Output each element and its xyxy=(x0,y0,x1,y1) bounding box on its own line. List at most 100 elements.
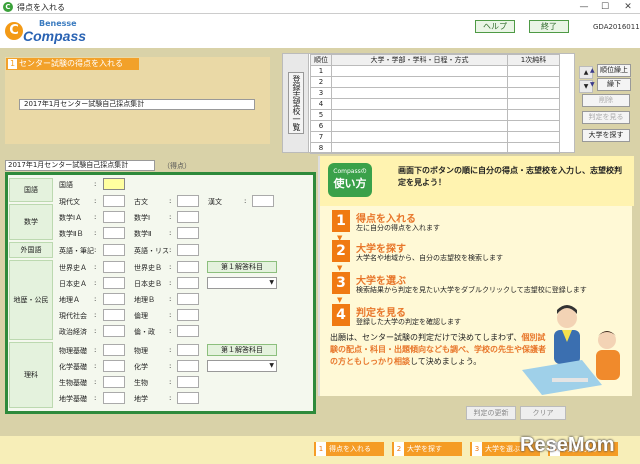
math1a-input[interactable] xyxy=(103,211,125,223)
subject-kokugo: 国語 xyxy=(59,181,73,189)
delete-button[interactable]: 削除 xyxy=(582,94,630,107)
score-form-panel: 国語 数学 外国語 地歴・公民 理科 国語 : 現代文 : 古文 : 漢文 : … xyxy=(5,172,316,414)
table-row[interactable]: 5 xyxy=(310,109,560,121)
first-answer-history-dropdown[interactable]: ▼ xyxy=(207,277,277,289)
note-text-b: して決めましょう。 xyxy=(410,357,482,366)
kanbun-input[interactable] xyxy=(252,195,274,207)
math2b-input[interactable] xyxy=(103,227,125,239)
registered-schools-button[interactable]: 登録志望校一覧 xyxy=(288,72,304,134)
subject-math1a: 数学ⅠＡ xyxy=(59,214,83,222)
rinri-seikei-input[interactable] xyxy=(177,325,199,337)
rank-up-button[interactable]: 順位繰上 xyxy=(597,64,631,77)
colon: : xyxy=(169,197,172,205)
table-row[interactable]: 7 xyxy=(310,131,560,143)
score-entry-title: 1 センター試験の得点を入れる xyxy=(6,58,139,70)
table-row[interactable]: 3 xyxy=(310,87,560,99)
rank-down-button[interactable]: 繰下 xyxy=(597,78,631,91)
minimize-button[interactable]: — xyxy=(576,1,592,13)
kagaku-kiso-input[interactable] xyxy=(103,360,125,372)
subject-gendai-shakai: 現代社会 xyxy=(59,312,87,320)
gendaibun-input[interactable] xyxy=(103,195,125,207)
eng-written-input[interactable] xyxy=(103,244,125,256)
chiri-b-input[interactable] xyxy=(177,293,199,305)
col-university: 大学・学部・学科・日程・方式 xyxy=(331,54,508,66)
nihonshi-b-input[interactable] xyxy=(177,277,199,289)
first-answer-subject-label-science: 第１解答科目 xyxy=(207,344,277,356)
colon: : xyxy=(169,246,172,254)
score-entry-title-text: センター試験の得点を入れる xyxy=(19,59,123,68)
table-row[interactable]: 4 xyxy=(310,98,560,110)
step-desc: 大学名や地域から、自分の志望校を検索します xyxy=(356,254,503,262)
colon: : xyxy=(94,180,97,188)
maximize-button[interactable]: ☐ xyxy=(597,1,613,13)
arrow-down-icon: ▼ xyxy=(337,264,343,272)
sekaishi-a-input[interactable] xyxy=(103,261,125,273)
colon: : xyxy=(94,279,97,287)
subject-math2: 数学Ⅱ xyxy=(134,230,152,238)
step-number: 4 xyxy=(332,304,350,326)
colon: : xyxy=(94,295,97,303)
rinri-input[interactable] xyxy=(177,309,199,321)
points-label: （得点） xyxy=(163,162,191,170)
help-button[interactable]: ヘルプ xyxy=(475,20,515,33)
seibutsu-input[interactable] xyxy=(177,376,199,388)
table-row[interactable]: 8 xyxy=(310,142,560,154)
colon: : xyxy=(169,295,172,303)
colon: : xyxy=(244,197,247,205)
people-illustration xyxy=(522,305,620,395)
math1-input[interactable] xyxy=(177,211,199,223)
first-answer-science-dropdown[interactable]: ▼ xyxy=(207,360,277,372)
subject-seibutsu: 生物 xyxy=(134,379,148,387)
subject-butsuri: 物理 xyxy=(134,347,148,355)
colon: : xyxy=(94,327,97,335)
close-window-button[interactable]: ✕ xyxy=(620,1,636,13)
exam-name-display: 2017年1月センター試験自己採点集計 xyxy=(5,160,155,171)
kobun-input[interactable] xyxy=(177,195,199,207)
footer-step-search-univ[interactable]: 2 大学を探す xyxy=(392,442,462,456)
search-university-button[interactable]: 大学を探す xyxy=(582,129,630,142)
colon: : xyxy=(94,362,97,370)
logo-c-mark: C xyxy=(5,22,23,40)
subject-gendaibun: 現代文 xyxy=(59,198,80,206)
nihonshi-a-input[interactable] xyxy=(103,277,125,289)
math2-input[interactable] xyxy=(177,227,199,239)
colon: : xyxy=(169,346,172,354)
colon: : xyxy=(169,213,172,221)
butsuri-input[interactable] xyxy=(177,344,199,356)
subject-chiri-b: 地理Ｂ xyxy=(134,296,155,304)
eng-listening-input[interactable] xyxy=(177,244,199,256)
chevron-down-icon: ▼ xyxy=(269,279,274,286)
table-row[interactable]: 1 xyxy=(310,65,560,77)
chiri-a-input[interactable] xyxy=(103,293,125,305)
step-number: 1 xyxy=(332,210,350,232)
view-judgement-button[interactable]: 判定を見る xyxy=(582,111,630,124)
subject-kanbun: 漢文 xyxy=(208,198,222,206)
table-row[interactable]: 6 xyxy=(310,120,560,132)
compass-logo: C Benesse Compass xyxy=(5,18,86,46)
colon: : xyxy=(94,346,97,354)
chigaku-input[interactable] xyxy=(177,392,199,404)
exit-button[interactable]: 終了 xyxy=(529,20,569,33)
subject-rinri-seikei: 倫・政 xyxy=(134,328,155,336)
kokugo-input[interactable] xyxy=(103,178,125,190)
clear-button[interactable]: クリア xyxy=(520,406,566,420)
update-judgement-button[interactable]: 判定の更新 xyxy=(466,406,516,420)
chigaku-kiso-input[interactable] xyxy=(103,392,125,404)
gendai-shakai-input[interactable] xyxy=(103,309,125,321)
table-row[interactable]: 2 xyxy=(310,76,560,88)
footer-step-label: 大学を探す xyxy=(407,445,442,453)
exam-select[interactable]: 2017年1月センター試験自己採点集計 xyxy=(19,99,255,110)
sekaishi-b-input[interactable] xyxy=(177,261,199,273)
colon: : xyxy=(169,378,172,386)
colon: : xyxy=(94,246,97,254)
colon: : xyxy=(94,378,97,386)
col-score: 1次純科 xyxy=(507,54,560,66)
footer-step-enter-scores[interactable]: 1 得点を入れる xyxy=(314,442,384,456)
seiji-keizai-input[interactable] xyxy=(103,325,125,337)
step-number: 2 xyxy=(394,442,404,456)
seibutsu-kiso-input[interactable] xyxy=(103,376,125,388)
subject-seiji-keizai: 政治経済 xyxy=(59,328,87,336)
butsuri-kiso-input[interactable] xyxy=(103,344,125,356)
kagaku-input[interactable] xyxy=(177,360,199,372)
wishlist-panel: 登録志望校一覧 順位 大学・学部・学科・日程・方式 1次純科 1 2 3 4 5… xyxy=(282,53,575,154)
